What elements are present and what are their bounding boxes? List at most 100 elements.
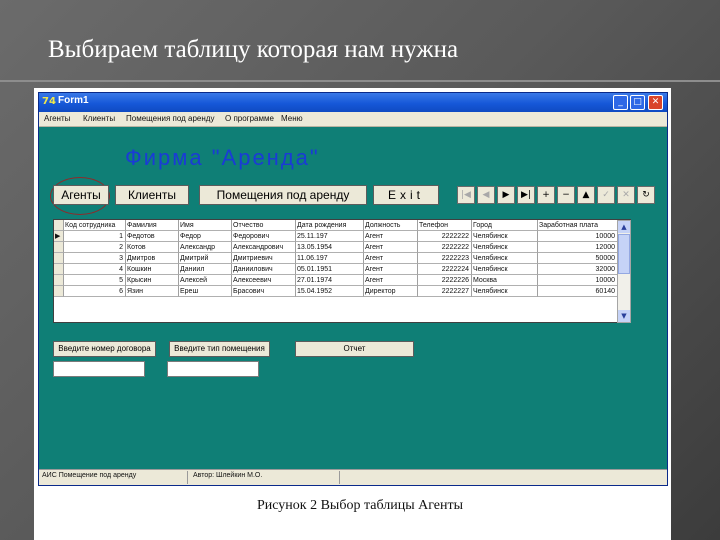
cell-id[interactable]: 6 [64, 286, 126, 297]
cell-patronymic[interactable]: Дмитриевич [232, 253, 296, 264]
nav-last-icon[interactable]: ▶| [517, 186, 535, 204]
status-app-name: АИС Помещение под аренду [42, 472, 137, 479]
col-header-name[interactable]: Имя [179, 220, 232, 231]
window-title: Form1 [58, 95, 89, 106]
menu-agents[interactable]: Агенты [44, 114, 70, 123]
cell-id[interactable]: 1 [64, 231, 126, 242]
cell-salary[interactable]: 10000 [538, 231, 618, 242]
contract-number-input[interactable] [53, 361, 145, 377]
col-header-position[interactable]: Должность [364, 220, 418, 231]
minimize-button[interactable]: _ [613, 95, 628, 110]
nav-cancel-icon[interactable]: ✕ [617, 186, 635, 204]
cell-name[interactable]: Федор [179, 231, 232, 242]
cell-birthdate[interactable]: 25.11.197 [296, 231, 364, 242]
cell-birthdate[interactable]: 27.01.1974 [296, 275, 364, 286]
cell-position[interactable]: Агент [364, 253, 418, 264]
cell-name[interactable]: Дмитрий [179, 253, 232, 264]
cell-name[interactable]: Ереш [179, 286, 232, 297]
cell-position[interactable]: Агент [364, 264, 418, 275]
cell-surname[interactable]: Кошкин [126, 264, 179, 275]
cell-birthdate[interactable]: 13.05.1954 [296, 242, 364, 253]
cell-phone[interactable]: 2222226 [418, 275, 472, 286]
cell-id[interactable]: 2 [64, 242, 126, 253]
cell-name[interactable]: Александр [179, 242, 232, 253]
nav-delete-icon[interactable]: − [557, 186, 575, 204]
agents-data-grid[interactable]: Код сотрудника Фамилия Имя Отчество Дата… [53, 219, 631, 323]
cell-surname[interactable]: Дмитров [126, 253, 179, 264]
col-header-id[interactable]: Код сотрудника [64, 220, 126, 231]
col-header-surname[interactable]: Фамилия [126, 220, 179, 231]
cell-phone[interactable]: 2222227 [418, 286, 472, 297]
menu-clients[interactable]: Клиенты [83, 114, 115, 123]
grid-vertical-scrollbar[interactable]: ▲ ▼ [617, 220, 631, 323]
menu-main[interactable]: Меню [281, 114, 303, 123]
cell-id[interactable]: 4 [64, 264, 126, 275]
cell-surname[interactable]: Язин [126, 286, 179, 297]
report-button[interactable]: Отчет [295, 341, 414, 357]
cell-city[interactable]: Москва [472, 275, 538, 286]
menu-about[interactable]: О программе [225, 114, 274, 123]
nav-first-icon[interactable]: |◀ [457, 186, 475, 204]
cell-phone[interactable]: 2222222 [418, 231, 472, 242]
cell-phone[interactable]: 2222224 [418, 264, 472, 275]
cell-city[interactable]: Челябинск [472, 253, 538, 264]
premise-type-input[interactable] [167, 361, 259, 377]
cell-id[interactable]: 5 [64, 275, 126, 286]
cell-name[interactable]: Даниил [179, 264, 232, 275]
cell-name[interactable]: Алексей [179, 275, 232, 286]
maximize-button[interactable]: □ [630, 95, 645, 110]
cell-position[interactable]: Агент [364, 231, 418, 242]
cell-salary[interactable]: 12000 [538, 242, 618, 253]
cell-birthdate[interactable]: 11.06.197 [296, 253, 364, 264]
cell-birthdate[interactable]: 15.04.1952 [296, 286, 364, 297]
col-header-city[interactable]: Город [472, 220, 538, 231]
cell-phone[interactable]: 2222223 [418, 253, 472, 264]
cell-surname[interactable]: Крысин [126, 275, 179, 286]
col-header-phone[interactable]: Телефон [418, 220, 472, 231]
window-titlebar[interactable]: 74 Form1 _ □ ✕ [39, 93, 667, 112]
scroll-thumb[interactable] [618, 234, 630, 274]
cell-salary[interactable]: 50000 [538, 253, 618, 264]
cell-patronymic[interactable]: Федорович [232, 231, 296, 242]
figure-caption: Рисунок 2 Выбор таблицы Агенты [256, 498, 464, 513]
exit-button[interactable]: Exit [373, 185, 439, 205]
cell-patronymic[interactable]: Даниилович [232, 264, 296, 275]
cell-salary[interactable]: 32000 [538, 264, 618, 275]
agents-button[interactable]: Агенты [53, 185, 109, 205]
scroll-down-icon[interactable]: ▼ [618, 310, 630, 322]
cell-surname[interactable]: Федотов [126, 231, 179, 242]
nav-insert-icon[interactable]: + [537, 186, 555, 204]
cell-id[interactable]: 3 [64, 253, 126, 264]
cell-position[interactable]: Агент [364, 275, 418, 286]
col-header-patronymic[interactable]: Отчество [232, 220, 296, 231]
cell-salary[interactable]: 60140 [538, 286, 618, 297]
cell-salary[interactable]: 10000 [538, 275, 618, 286]
cell-city[interactable]: Челябинск [472, 286, 538, 297]
menu-premises[interactable]: Помещения под аренду [126, 114, 214, 123]
col-header-birthdate[interactable]: Дата рождения [296, 220, 364, 231]
contract-number-button[interactable]: Введите номер договора [53, 341, 156, 357]
premise-type-button[interactable]: Введите тип помещения [169, 341, 270, 357]
nav-refresh-icon[interactable]: ↻ [637, 186, 655, 204]
cell-city[interactable]: Челябинск [472, 242, 538, 253]
status-bar: АИС Помещение под аренду Автор: Шлейкин … [39, 469, 667, 485]
cell-city[interactable]: Челябинск [472, 231, 538, 242]
cell-phone[interactable]: 2222222 [418, 242, 472, 253]
cell-birthdate[interactable]: 05.01.1951 [296, 264, 364, 275]
nav-prior-icon[interactable]: ◀ [477, 186, 495, 204]
col-header-salary[interactable]: Заработная плата [538, 220, 618, 231]
premises-button[interactable]: Помещения под аренду [199, 185, 367, 205]
cell-patronymic[interactable]: Брасович [232, 286, 296, 297]
cell-patronymic[interactable]: Александрович [232, 242, 296, 253]
cell-position[interactable]: Агент [364, 242, 418, 253]
nav-next-icon[interactable]: ▶ [497, 186, 515, 204]
clients-button[interactable]: Клиенты [115, 185, 189, 205]
scroll-up-icon[interactable]: ▲ [618, 221, 630, 233]
cell-surname[interactable]: Котов [126, 242, 179, 253]
nav-edit-icon[interactable]: ▲ [577, 186, 595, 204]
nav-post-icon[interactable]: ✓ [597, 186, 615, 204]
cell-position[interactable]: Директор [364, 286, 418, 297]
cell-city[interactable]: Челябинск [472, 264, 538, 275]
close-button[interactable]: ✕ [648, 95, 663, 110]
cell-patronymic[interactable]: Алексеевич [232, 275, 296, 286]
